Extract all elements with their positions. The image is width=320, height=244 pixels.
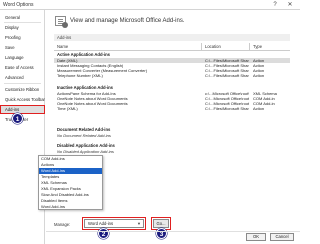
- row-name: Time (XML): [57, 106, 78, 111]
- go-button[interactable]: Go...: [151, 217, 171, 230]
- row-name: Telephone Number (XML): [57, 73, 103, 78]
- sidebar-divider: [4, 83, 41, 84]
- sidebar-item-add-ins[interactable]: Add-ins: [0, 105, 45, 114]
- group-title-active: Active Application Add-ins: [57, 52, 110, 57]
- sidebar-item-language[interactable]: Language: [0, 53, 45, 62]
- chevron-down-icon[interactable]: ▼: [137, 220, 141, 227]
- dropdown-option[interactable]: Disabled Items: [39, 198, 102, 204]
- manage-select-value: Word Add-ins: [88, 221, 114, 226]
- sidebar-item-display[interactable]: Display: [0, 23, 45, 32]
- window-title: Word Options: [3, 2, 34, 8]
- group-title-document: Document Related Add-ins: [57, 127, 111, 132]
- dropdown-option[interactable]: XML Expansion Packs: [39, 186, 102, 192]
- close-button[interactable]: ✕: [285, 1, 295, 9]
- dropdown-option[interactable]: Actions: [39, 162, 102, 168]
- footer-divider: [46, 231, 300, 232]
- table-row[interactable]: Time (XML) C:\...Files\Microsoft Shared\…: [54, 106, 290, 111]
- addins-section-label: Add-ins: [54, 34, 290, 41]
- dropdown-option-selected[interactable]: Word Add-ins: [39, 168, 102, 174]
- column-header-location[interactable]: Location: [202, 43, 250, 50]
- sidebar-item-save[interactable]: Save: [0, 43, 45, 52]
- sidebar-item-proofing[interactable]: Proofing: [0, 33, 45, 42]
- sidebar-item-ease-of-access[interactable]: Ease of Access: [0, 63, 45, 72]
- sidebar-item-customize-ribbon[interactable]: Customize Ribbon: [0, 85, 45, 94]
- help-button[interactable]: ?: [270, 1, 280, 9]
- ok-button[interactable]: OK: [246, 233, 266, 241]
- sidebar-item-quick-access-toolbar[interactable]: Quick Access Toolbar: [0, 95, 45, 104]
- step-marker-2: 2: [98, 228, 109, 239]
- dropdown-option[interactable]: COM Add-ins: [39, 156, 102, 162]
- column-header-type[interactable]: Type: [250, 43, 290, 50]
- row-type: Action: [253, 73, 265, 78]
- group-title-inactive: Inactive Application Add-ins: [57, 85, 113, 90]
- dropdown-option[interactable]: Word Add-ins: [39, 204, 102, 210]
- addins-manage-icon: [55, 16, 68, 28]
- row-type: Action: [253, 106, 265, 111]
- empty-document-addins: No Document Related Add-ins: [57, 133, 111, 138]
- title-bar: Word Options ? ✕: [0, 0, 300, 10]
- column-header-name[interactable]: Name: [54, 43, 202, 50]
- manage-dropdown-list[interactable]: COM Add-ins Actions Word Add-ins Templat…: [38, 155, 103, 210]
- header-divider: [54, 50, 290, 51]
- dropdown-option[interactable]: Slow And Disabled Add-ins: [39, 192, 102, 198]
- empty-disabled-addins: No Disabled Application Add-ins: [57, 149, 114, 154]
- step-marker-1: 1: [12, 113, 23, 124]
- table-row[interactable]: Telephone Number (XML) C:\...Files\Micro…: [54, 73, 290, 78]
- cancel-button[interactable]: Cancel: [270, 233, 294, 241]
- dropdown-option[interactable]: Templates: [39, 174, 102, 180]
- sidebar-item-general[interactable]: General: [0, 13, 45, 22]
- dropdown-option[interactable]: XML Schemas: [39, 180, 102, 186]
- step-marker-3: 3: [156, 228, 167, 239]
- manage-select[interactable]: Word Add-ins ▼: [82, 217, 146, 230]
- page-title: View and manage Microsoft Office Add-ins…: [70, 18, 185, 24]
- row-location: C:\...Files\Microsoft Shared\Smart Tag\M…: [205, 106, 249, 111]
- gear-icon: [62, 22, 68, 28]
- group-title-disabled: Disabled Application Add-ins: [57, 143, 115, 148]
- sidebar-item-advanced[interactable]: Advanced: [0, 73, 45, 82]
- row-location: C:\...Files\Microsoft Shared\Smart Tag\M…: [205, 73, 249, 78]
- manage-label: Manage:: [54, 222, 71, 227]
